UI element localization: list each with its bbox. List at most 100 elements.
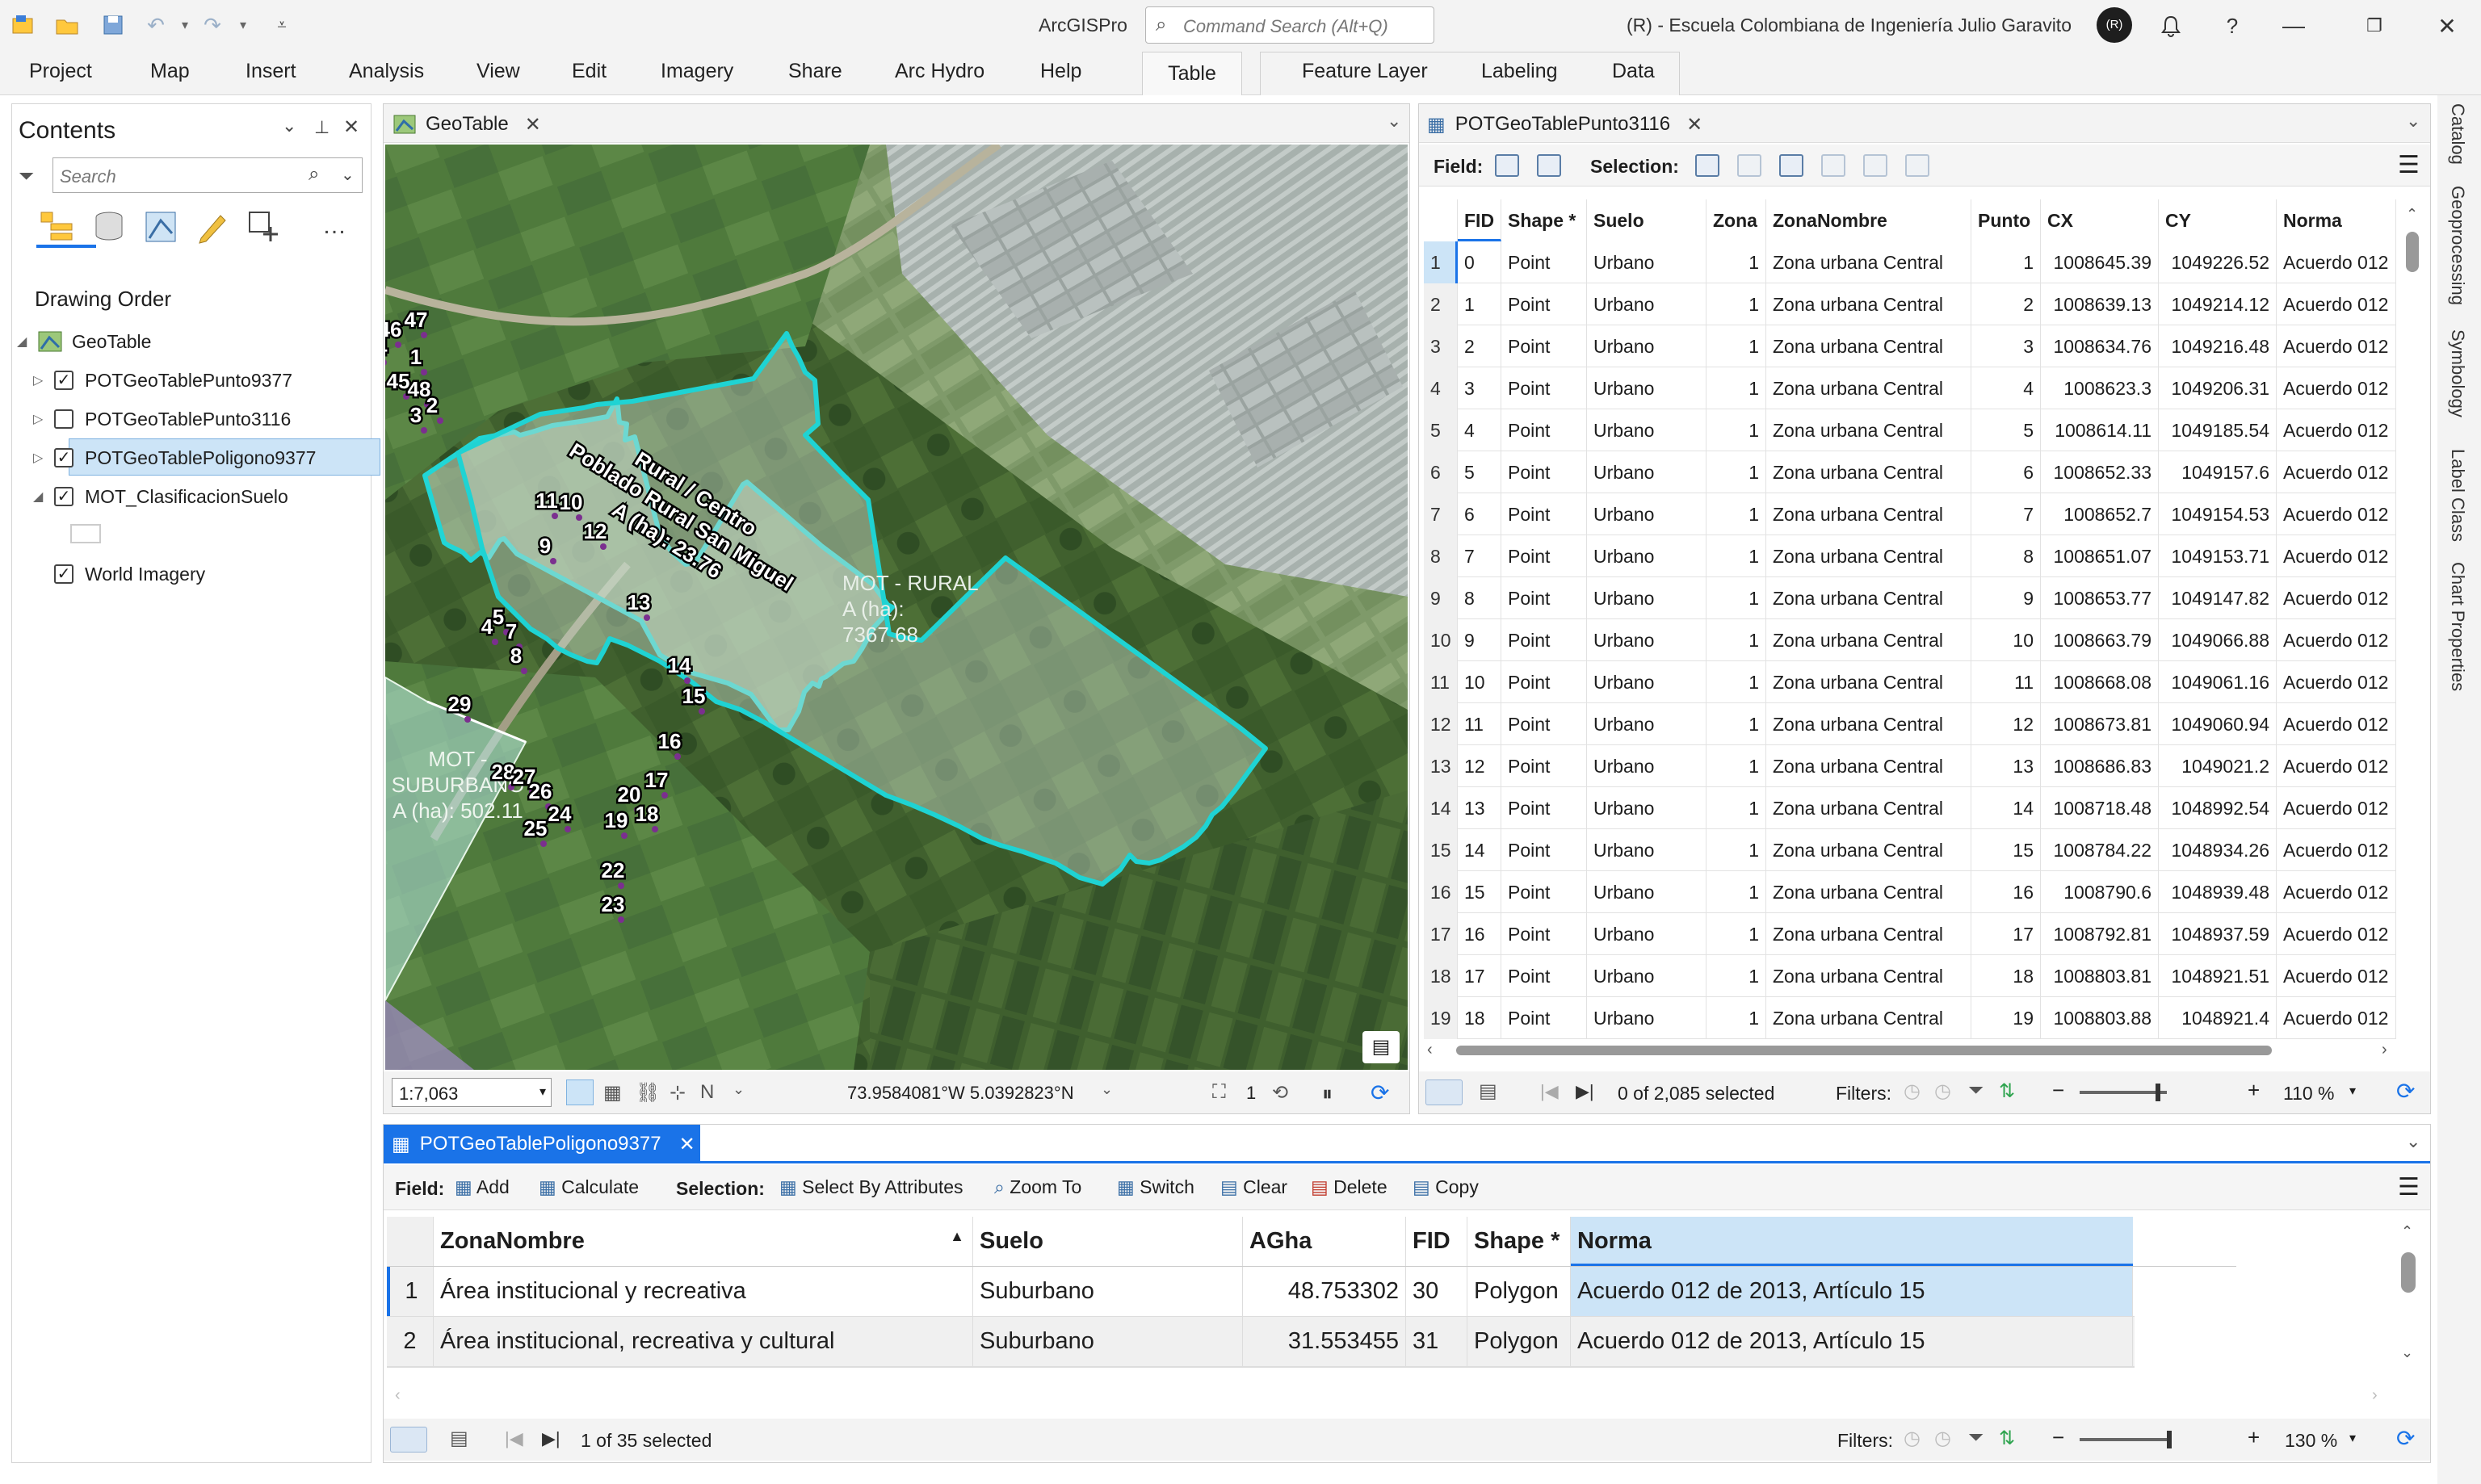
clear-selection-icon[interactable] bbox=[1821, 154, 1845, 177]
table-cell[interactable]: Zona urbana Central bbox=[1766, 367, 1971, 409]
table-row[interactable]: 4 3 Point Urbano 1 Zona urbana Central 4 100862… bbox=[1424, 367, 2396, 409]
table-cell[interactable]: Zona urbana Central bbox=[1766, 703, 1971, 745]
vertex-point[interactable] bbox=[576, 514, 582, 521]
table-cell[interactable]: 16 bbox=[1971, 871, 2041, 913]
row-number[interactable]: 7 bbox=[1424, 493, 1458, 535]
scrollbar-thumb[interactable] bbox=[2406, 232, 2419, 272]
table-row[interactable]: 18 17 Point Urbano 1 Zona urbana Central 18 100… bbox=[1424, 955, 2396, 997]
switch-selection-icon[interactable] bbox=[1779, 154, 1803, 177]
table-cell[interactable]: 1008668.08 bbox=[2041, 661, 2159, 703]
table-cell[interactable]: Urbano bbox=[1587, 661, 1706, 703]
help-icon[interactable]: ? bbox=[2214, 8, 2250, 44]
table-cell[interactable]: 6 bbox=[1458, 493, 1501, 535]
calculate-field-icon[interactable] bbox=[1537, 154, 1561, 177]
column-header-norma[interactable]: Norma bbox=[1571, 1217, 2133, 1266]
table-cell[interactable]: 1 bbox=[1706, 451, 1766, 493]
table-cell[interactable]: 31 bbox=[1406, 1317, 1467, 1366]
table-cell[interactable]: Zona urbana Central bbox=[1766, 619, 1971, 661]
table-cell[interactable]: 1 bbox=[1706, 367, 1766, 409]
table-cell[interactable]: Acuerdo 012 bbox=[2277, 955, 2396, 997]
grid-icon[interactable]: ▦ bbox=[603, 1081, 622, 1105]
last-record-icon[interactable]: ▶| bbox=[542, 1428, 560, 1449]
collapsed-triangle-icon[interactable]: ▷ bbox=[33, 450, 46, 466]
table-cell[interactable]: 1049147.82 bbox=[2159, 577, 2277, 619]
table-cell[interactable]: Urbano bbox=[1587, 409, 1706, 451]
column-header-zonanombre[interactable]: ZonaNombre bbox=[1766, 199, 1971, 241]
scroll-up-icon[interactable]: ⌃ bbox=[2401, 1223, 2413, 1240]
table-cell[interactable]: Acuerdo 012 bbox=[2277, 535, 2396, 577]
undo-icon[interactable]: ↶ bbox=[142, 11, 170, 39]
table-cell[interactable]: Point bbox=[1501, 619, 1587, 661]
table-cell[interactable]: 1049066.88 bbox=[2159, 619, 2277, 661]
vertex-point[interactable] bbox=[437, 417, 443, 424]
row-number[interactable]: 19 bbox=[1424, 997, 1458, 1039]
row-number[interactable]: 18 bbox=[1424, 955, 1458, 997]
table-cell[interactable]: Polygon bbox=[1467, 1267, 1571, 1316]
close-tab-icon[interactable]: ✕ bbox=[679, 1133, 695, 1156]
snapping-icon[interactable]: ⊹ bbox=[670, 1081, 686, 1105]
tab-insert[interactable]: Insert bbox=[246, 60, 296, 83]
vertical-scrollbar[interactable]: ⌃ ⌄ bbox=[2396, 1223, 2420, 1385]
row-number[interactable]: 16 bbox=[1424, 871, 1458, 913]
delete-selection-button[interactable]: ▤ Delete bbox=[1311, 1176, 1387, 1198]
redo-dropdown-icon[interactable]: ▾ bbox=[229, 11, 257, 39]
table-cell[interactable]: Acuerdo 012 bbox=[2277, 619, 2396, 661]
list-by-source-icon[interactable] bbox=[91, 209, 127, 249]
table-cell[interactable]: 13 bbox=[1458, 787, 1501, 829]
table-row[interactable]: 17 16 Point Urbano 1 Zona urbana Central 17 100… bbox=[1424, 913, 2396, 955]
table-cell[interactable]: 7 bbox=[1458, 535, 1501, 577]
scroll-down-icon[interactable]: ⌄ bbox=[2401, 1344, 2413, 1361]
save-project-icon[interactable] bbox=[100, 11, 128, 39]
table-row[interactable]: 1 Área institucional y recreativa Suburban… bbox=[387, 1267, 2135, 1317]
table-cell[interactable]: Point bbox=[1501, 409, 1587, 451]
layer-item-potgeotablepunto9377[interactable]: ▷ ✓ POTGeoTablePunto9377 bbox=[33, 364, 367, 396]
table-cell[interactable]: Urbano bbox=[1587, 283, 1706, 325]
table-cell[interactable]: 3 bbox=[1971, 325, 2041, 367]
row-number[interactable]: 10 bbox=[1424, 619, 1458, 661]
row-number[interactable]: 2 bbox=[1424, 283, 1458, 325]
table-cell[interactable]: 31.553455 bbox=[1243, 1317, 1406, 1366]
table-cell[interactable]: 3 bbox=[1458, 367, 1501, 409]
chevron-down-icon[interactable]: ⌄ bbox=[2406, 1131, 2420, 1152]
constraints-icon[interactable]: ⛓ bbox=[636, 1081, 660, 1105]
list-by-selection-icon[interactable] bbox=[143, 209, 178, 249]
table-cell[interactable]: Acuerdo 012 bbox=[2277, 745, 2396, 787]
definition-filter-icon[interactable]: ⏷ bbox=[1968, 1427, 1984, 1449]
select-by-attributes-icon[interactable] bbox=[1695, 154, 1719, 177]
more-options-icon[interactable]: … bbox=[322, 212, 346, 240]
table-cell[interactable]: 1008623.3 bbox=[2041, 367, 2159, 409]
new-project-icon[interactable] bbox=[10, 11, 37, 39]
time-filter-icon[interactable]: ◷ bbox=[1934, 1427, 1951, 1450]
layer-item-potgeotablepoligono9377[interactable]: ▷ ✓ POTGeoTablePoligono9377 bbox=[33, 442, 367, 474]
layer-visibility-checkbox[interactable]: ✓ bbox=[54, 448, 73, 467]
vertex-point[interactable] bbox=[618, 916, 624, 923]
table-cell[interactable]: 14 bbox=[1458, 829, 1501, 871]
table-cell[interactable]: Acuerdo 012 bbox=[2277, 871, 2396, 913]
column-header-zona[interactable]: Zona bbox=[1706, 199, 1766, 241]
table-cell[interactable]: Urbano bbox=[1587, 241, 1706, 283]
row-number[interactable]: 4 bbox=[1424, 367, 1458, 409]
row-number[interactable]: 3 bbox=[1424, 325, 1458, 367]
zoom-to-button[interactable]: ⌕ Zoom To bbox=[994, 1176, 1081, 1198]
tab-potgeotablepunto3116[interactable]: ▦ POTGeoTablePunto3116 ✕ bbox=[1427, 107, 1702, 141]
table-cell[interactable]: Point bbox=[1501, 829, 1587, 871]
vertex-point[interactable] bbox=[521, 668, 527, 674]
table-cell[interactable]: Zona urbana Central bbox=[1766, 409, 1971, 451]
table-cell[interactable]: Acuerdo 012 bbox=[2277, 451, 2396, 493]
table-cell[interactable]: 1008718.48 bbox=[2041, 787, 2159, 829]
table-cell[interactable]: 8 bbox=[1458, 577, 1501, 619]
table-cell[interactable]: Acuerdo 012 bbox=[2277, 829, 2396, 871]
table-cell[interactable]: Point bbox=[1501, 325, 1587, 367]
table-cell[interactable]: Urbano bbox=[1587, 367, 1706, 409]
column-header-cy[interactable]: CY bbox=[2159, 199, 2277, 241]
table-cell[interactable]: Urbano bbox=[1587, 451, 1706, 493]
column-header-norma[interactable]: Norma bbox=[2277, 199, 2396, 241]
table-cell[interactable]: 4 bbox=[1458, 409, 1501, 451]
vertex-point[interactable] bbox=[552, 513, 558, 519]
restore-button[interactable]: ❐ bbox=[2357, 8, 2392, 44]
row-number[interactable]: 17 bbox=[1424, 913, 1458, 955]
table-cell[interactable]: 13 bbox=[1971, 745, 2041, 787]
row-number[interactable]: 6 bbox=[1424, 451, 1458, 493]
vertex-point[interactable] bbox=[395, 342, 401, 348]
table-cell[interactable]: 1008653.77 bbox=[2041, 577, 2159, 619]
